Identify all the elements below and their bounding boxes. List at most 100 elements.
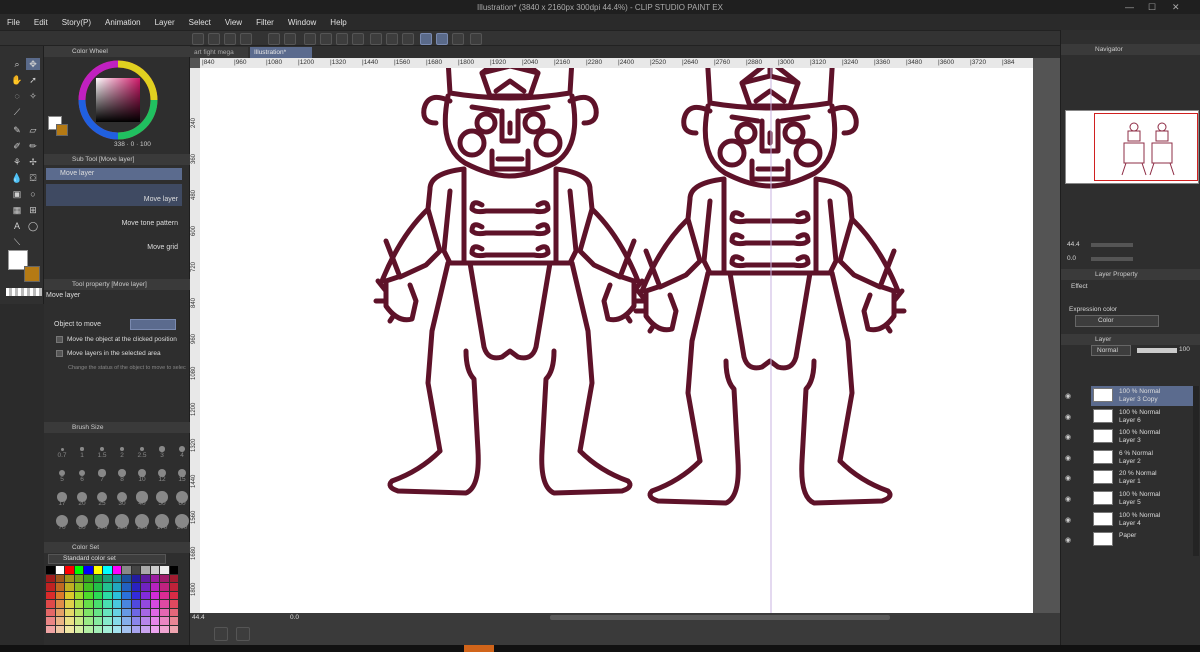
visibility-eye-icon[interactable]: ◉ xyxy=(1065,392,1071,400)
sub-tool-move-grid[interactable]: Move grid xyxy=(46,232,182,254)
color-set-swatch[interactable] xyxy=(122,625,131,633)
settings-button[interactable] xyxy=(470,33,482,45)
opacity-slider[interactable] xyxy=(1137,348,1177,353)
color-set-swatch[interactable] xyxy=(160,617,169,625)
opacity-value[interactable]: 100 xyxy=(1179,346,1190,353)
visibility-eye-icon[interactable]: ◉ xyxy=(1065,536,1071,544)
balloon-icon[interactable]: ◯ xyxy=(26,220,40,232)
visibility-eye-icon[interactable]: ◉ xyxy=(1065,454,1071,462)
nav-angle-slider[interactable] xyxy=(1091,257,1133,261)
visibility-eye-icon[interactable]: ◉ xyxy=(1065,516,1071,524)
color-set-swatch[interactable] xyxy=(84,591,93,599)
zoom-readout[interactable]: 44.4 xyxy=(192,614,205,621)
brush-size-dot[interactable] xyxy=(159,446,165,452)
close-icon[interactable]: ✕ xyxy=(1172,2,1180,13)
color-set-swatch[interactable] xyxy=(55,591,64,599)
color-set-swatch[interactable] xyxy=(141,574,150,582)
color-set-swatch[interactable] xyxy=(84,617,93,625)
color-set-swatch[interactable] xyxy=(74,574,83,582)
visibility-eye-icon[interactable]: ◉ xyxy=(1065,433,1071,441)
sub-tool-group-tab[interactable]: Move layer xyxy=(46,168,182,180)
color-set-swatch[interactable] xyxy=(46,600,55,608)
brush-size-dot[interactable] xyxy=(100,447,104,451)
layer-row[interactable]: 20 % Normal Layer 1 xyxy=(1091,468,1199,488)
menu-select[interactable]: Select xyxy=(182,18,218,27)
color-set-swatch[interactable] xyxy=(122,591,131,599)
color-set-swatch[interactable] xyxy=(150,617,159,625)
color-set-swatch[interactable] xyxy=(112,591,121,599)
color-wheel[interactable] xyxy=(78,60,158,140)
airbrush-icon[interactable]: ⚘ xyxy=(10,156,24,168)
color-set-swatch[interactable] xyxy=(112,583,121,591)
horizontal-scrollbar[interactable] xyxy=(550,615,890,620)
brush-size-dot[interactable] xyxy=(119,446,125,452)
menu-view[interactable]: View xyxy=(218,18,249,27)
color-set-swatch[interactable] xyxy=(150,583,159,591)
color-set-swatch[interactable] xyxy=(169,625,178,633)
visibility-eye-icon[interactable]: ◉ xyxy=(1065,474,1071,482)
color-set-swatch[interactable] xyxy=(46,583,55,591)
navigator-toggle-icon[interactable] xyxy=(236,627,250,641)
layer-scrollbar[interactable] xyxy=(1193,386,1199,556)
sub-color-swatch[interactable] xyxy=(24,266,40,282)
menu-story[interactable]: Story(P) xyxy=(55,18,98,27)
pen-icon[interactable]: ✎ xyxy=(10,124,24,136)
blend-mode-select[interactable]: Normal xyxy=(1091,345,1131,356)
menu-help[interactable]: Help xyxy=(323,18,353,27)
color-set-swatch[interactable] xyxy=(46,566,55,574)
fill-button[interactable] xyxy=(336,33,348,45)
color-set-swatch[interactable] xyxy=(141,608,150,616)
export-button[interactable] xyxy=(240,33,252,45)
color-set-swatch[interactable] xyxy=(103,617,112,625)
color-set-swatch[interactable] xyxy=(84,574,93,582)
ruler-icon[interactable]: ⊞ xyxy=(26,204,40,216)
navigator-preview[interactable] xyxy=(1065,110,1199,184)
color-set-swatch[interactable] xyxy=(46,617,55,625)
layer-row[interactable]: 100 % Normal Layer 5 xyxy=(1091,489,1199,509)
color-set-swatch[interactable] xyxy=(141,600,150,608)
color-set-swatch[interactable] xyxy=(141,617,150,625)
color-set-swatch[interactable] xyxy=(160,574,169,582)
color-set-swatch[interactable] xyxy=(150,600,159,608)
color-set-swatch[interactable] xyxy=(141,566,150,574)
visibility-eye-icon[interactable]: ◉ xyxy=(1065,495,1071,503)
color-set-swatch[interactable] xyxy=(93,583,102,591)
layer-row[interactable]: 6 % Normal Layer 2 xyxy=(1091,448,1199,468)
option-move-clicked[interactable]: Move the object at the clicked position xyxy=(56,336,192,343)
crop-button[interactable] xyxy=(386,33,398,45)
minimize-icon[interactable]: — xyxy=(1125,2,1134,12)
frame-icon[interactable]: ▦ xyxy=(10,204,24,216)
option-move-selected[interactable]: Move layers in the selected area xyxy=(56,350,192,357)
color-set-swatch[interactable] xyxy=(74,608,83,616)
color-set-swatch[interactable] xyxy=(93,617,102,625)
color-set-swatch[interactable] xyxy=(141,583,150,591)
color-set-swatch[interactable] xyxy=(84,583,93,591)
clear-outside-button[interactable] xyxy=(320,33,332,45)
hand-icon[interactable]: ✋ xyxy=(10,74,24,86)
color-set-swatch[interactable] xyxy=(169,591,178,599)
object-to-move-selector[interactable] xyxy=(130,319,176,330)
color-set-swatch[interactable] xyxy=(112,600,121,608)
menu-layer[interactable]: Layer xyxy=(148,18,182,27)
blend-icon[interactable]: 💧 xyxy=(10,172,24,184)
brush-size-dot[interactable] xyxy=(80,447,84,451)
maximize-icon[interactable]: ☐ xyxy=(1148,2,1156,13)
color-set-swatch[interactable] xyxy=(84,608,93,616)
color-set-swatch[interactable] xyxy=(122,574,131,582)
zoom-icon[interactable]: ⌕ xyxy=(10,58,24,70)
operation-icon[interactable]: ➚ xyxy=(26,74,40,86)
transform-button[interactable] xyxy=(370,33,382,45)
snap-grid-button[interactable] xyxy=(452,33,464,45)
menu-window[interactable]: Window xyxy=(281,18,323,27)
open-button[interactable] xyxy=(208,33,220,45)
color-set-swatch[interactable] xyxy=(160,625,169,633)
color-set-swatch[interactable] xyxy=(122,583,131,591)
color-set-swatch[interactable] xyxy=(160,591,169,599)
color-set-swatch[interactable] xyxy=(46,574,55,582)
tab-illustration[interactable]: Illustration* xyxy=(250,47,312,58)
save-button[interactable] xyxy=(224,33,236,45)
color-set-swatch[interactable] xyxy=(131,600,140,608)
color-set-swatch[interactable] xyxy=(103,583,112,591)
expand-selection-button[interactable] xyxy=(352,33,364,45)
color-set-swatch[interactable] xyxy=(122,600,131,608)
